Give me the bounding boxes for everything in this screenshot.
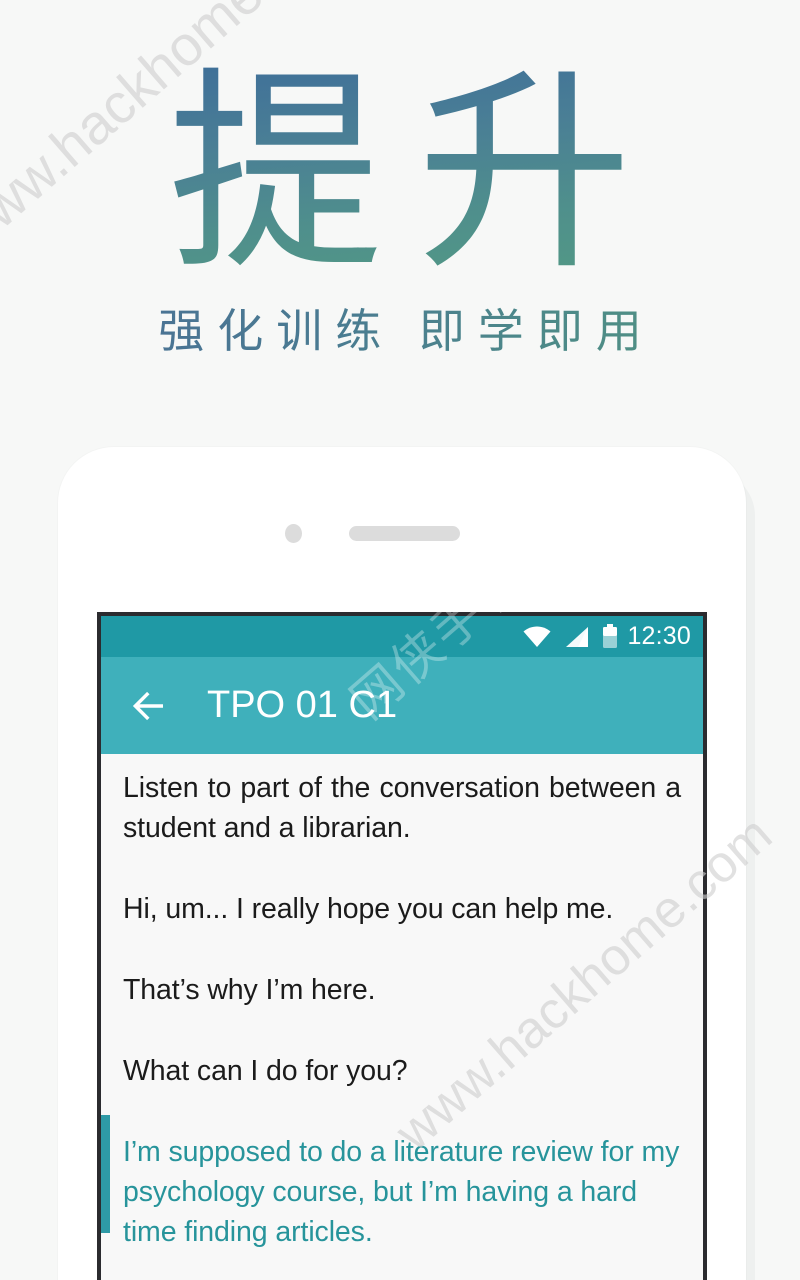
transcript-paragraph: What can I do for you? [123, 1055, 408, 1087]
status-bar-icons [523, 624, 618, 649]
cellular-signal-icon [564, 626, 589, 648]
hero-section: 提升 强化训练 即学即用 [0, 0, 800, 355]
transcript-paragraph: Listen to part of the conversation betwe… [123, 772, 681, 844]
speaker-grille-icon [349, 526, 460, 541]
promo-page: 提升 强化训练 即学即用 12:30 TPO 01 C1 Listen to p… [0, 0, 800, 1280]
back-arrow-icon[interactable] [128, 685, 170, 727]
status-bar: 12:30 [101, 616, 703, 657]
wifi-icon [523, 626, 551, 648]
camera-dot-icon [285, 524, 302, 543]
app-bar-title: TPO 01 C1 [207, 684, 398, 726]
transcript-body[interactable]: Listen to part of the conversation betwe… [101, 754, 703, 1280]
highlight-indicator-bar [101, 1115, 110, 1233]
transcript-paragraph: That’s why I’m here. [123, 974, 376, 1006]
hero-title: 提升 [0, 0, 800, 283]
status-clock: 12:30 [627, 622, 691, 650]
app-bar: TPO 01 C1 [101, 657, 703, 754]
phone-screen: 12:30 TPO 01 C1 Listen to part of the co… [97, 612, 707, 1280]
transcript-paragraph-highlighted: I’m supposed to do a literature review f… [123, 1136, 680, 1248]
battery-icon [602, 624, 618, 649]
transcript-paragraph: Hi, um... I really hope you can help me. [123, 893, 614, 925]
